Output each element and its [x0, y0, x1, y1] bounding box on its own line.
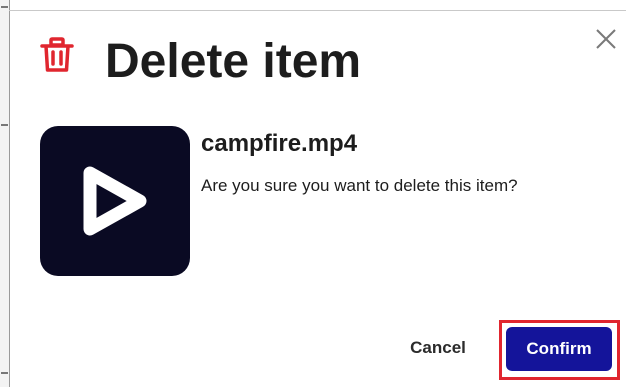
edge-marker: [1, 124, 8, 126]
edge-marker: [1, 6, 8, 8]
item-filename: campfire.mp4: [201, 130, 358, 157]
edge-marker: [1, 372, 8, 374]
confirm-button[interactable]: Confirm: [506, 327, 612, 371]
dialog-top-border: [9, 10, 626, 11]
play-icon: [83, 166, 147, 236]
trash-icon: [40, 37, 74, 72]
confirmation-message: Are you sure you want to delete this ite…: [201, 176, 518, 195]
delete-item-dialog: Delete item campfire.mp4 Are you sure yo…: [0, 0, 626, 387]
background-window-edge: [0, 0, 10, 387]
cancel-button[interactable]: Cancel: [398, 331, 478, 365]
video-thumbnail: [40, 126, 190, 276]
dialog-title: Delete item: [105, 35, 362, 88]
close-icon[interactable]: [594, 27, 618, 51]
